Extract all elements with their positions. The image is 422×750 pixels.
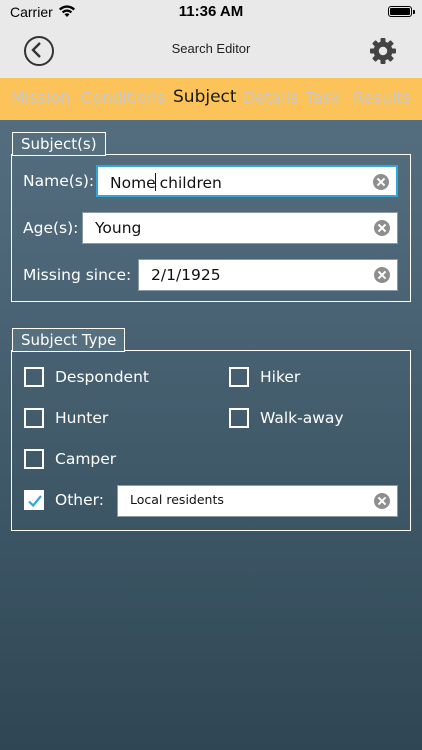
subjects-legend: Subject(s)	[12, 132, 106, 156]
ages-input[interactable]: Young	[82, 212, 398, 244]
tab-bar: Mission Conditions Subject Details Task …	[0, 78, 422, 120]
checkmark-icon	[28, 495, 42, 508]
hunter-label: Hunter	[55, 409, 109, 427]
names-input[interactable]: Nome children	[96, 165, 398, 197]
tab-subject[interactable]: Subject	[173, 87, 237, 107]
other-label: Other:	[55, 491, 104, 509]
camper-label: Camper	[55, 450, 117, 468]
gear-icon[interactable]	[368, 36, 398, 66]
camper-checkbox[interactable]	[24, 449, 44, 469]
despondent-checkbox[interactable]	[24, 367, 44, 387]
ages-label: Age(s):	[23, 219, 79, 237]
clear-other-icon[interactable]	[374, 493, 390, 509]
hunter-checkbox[interactable]	[24, 408, 44, 428]
tab-details[interactable]: Details	[243, 88, 298, 107]
tab-results[interactable]: Results	[353, 88, 411, 107]
missing-since-label: Missing since:	[23, 266, 132, 284]
page-title: Search Editor	[171, 41, 251, 56]
despondent-label: Despondent	[55, 368, 149, 386]
hiker-checkbox[interactable]	[229, 367, 249, 387]
status-bar: Carrier 11:36 AM	[0, 0, 422, 24]
walk-away-checkbox[interactable]	[229, 408, 249, 428]
clear-names-icon[interactable]	[373, 174, 389, 190]
clear-ages-icon[interactable]	[374, 220, 390, 236]
other-input[interactable]: Local residents	[117, 485, 398, 517]
navigation-bar: Search Editor	[0, 24, 422, 78]
tab-mission[interactable]: Mission	[11, 88, 70, 107]
subject-type-legend: Subject Type	[12, 328, 126, 352]
tab-task[interactable]: Task	[306, 88, 341, 107]
battery-icon	[388, 6, 415, 17]
missing-since-value: 2/1/1925	[151, 266, 221, 284]
tab-conditions[interactable]: Conditions	[81, 88, 166, 107]
names-label: Name(s):	[23, 172, 95, 190]
other-checkbox[interactable]	[24, 490, 44, 510]
ages-value: Young	[95, 219, 142, 237]
names-value: Nome children	[110, 173, 222, 192]
missing-since-input[interactable]: 2/1/1925	[138, 259, 398, 291]
hiker-label: Hiker	[260, 368, 301, 386]
clock: 11:36 AM	[178, 3, 244, 20]
clear-missing-since-icon[interactable]	[374, 267, 390, 283]
walk-away-label: Walk-away	[260, 409, 344, 427]
other-value: Local residents	[130, 492, 224, 507]
